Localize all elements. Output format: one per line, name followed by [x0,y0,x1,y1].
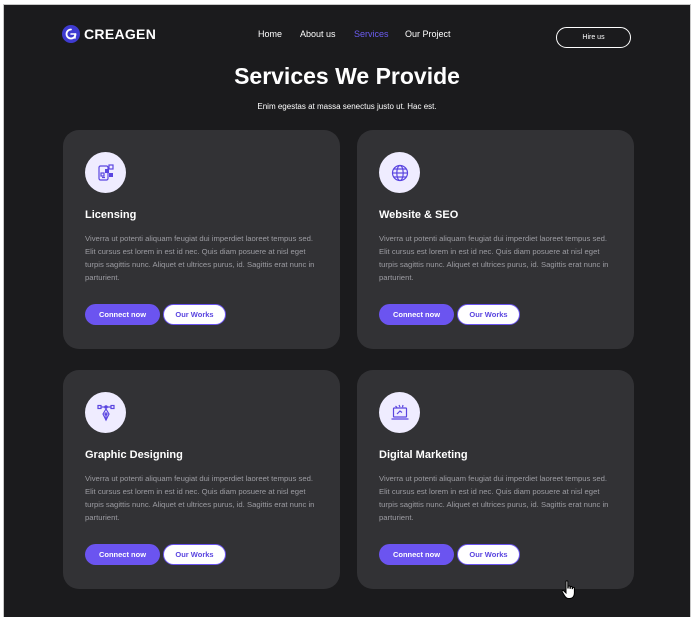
card-title: Licensing [85,209,137,221]
service-card-graphic-designing: Graphic Designing Viverra ut potenti ali… [63,370,340,589]
service-card-digital-marketing: Digital Marketing Viverra ut potenti ali… [357,370,634,589]
hire-us-button[interactable]: Hire us [556,27,631,48]
our-works-button[interactable]: Our Works [457,304,520,325]
laptop-marketing-icon [379,392,420,433]
nav-link-about[interactable]: About us [300,29,336,39]
connect-now-button[interactable]: Connect now [379,544,454,565]
our-works-button[interactable]: Our Works [163,304,226,325]
card-description: Viverra ut potenti aliquam feugiat dui i… [379,234,609,282]
hand-pointer-cursor-icon [561,580,577,605]
our-works-button[interactable]: Our Works [457,544,520,565]
nav-link-our-project[interactable]: Our Project [405,29,451,39]
card-description: Viverra ut potenti aliquam feugiat dui i… [85,474,315,522]
card-title: Digital Marketing [379,449,468,461]
card-description: Viverra ut potenti aliquam feugiat dui i… [85,234,315,282]
nav-link-home[interactable]: Home [258,29,282,39]
pen-tool-icon [85,392,126,433]
connect-now-button[interactable]: Connect now [379,304,454,325]
globe-icon [379,152,420,193]
card-title: Website & SEO [379,209,459,221]
our-works-button[interactable]: Our Works [163,544,226,565]
services-page: CREAGEN Home About us Services Our Proje… [3,4,691,617]
page-subtitle: Enim egestas at massa senectus justo ut.… [257,102,437,111]
licensing-icon [85,152,126,193]
card-title: Graphic Designing [85,449,183,461]
page-title: Services We Provide [234,63,460,89]
service-card-licensing: Licensing Viverra ut potenti aliquam feu… [63,130,340,349]
connect-now-button[interactable]: Connect now [85,544,160,565]
card-description: Viverra ut potenti aliquam feugiat dui i… [379,474,609,522]
nav-link-services[interactable]: Services [354,29,389,39]
service-card-website-seo: Website & SEO Viverra ut potenti aliquam… [357,130,634,349]
connect-now-button[interactable]: Connect now [85,304,160,325]
